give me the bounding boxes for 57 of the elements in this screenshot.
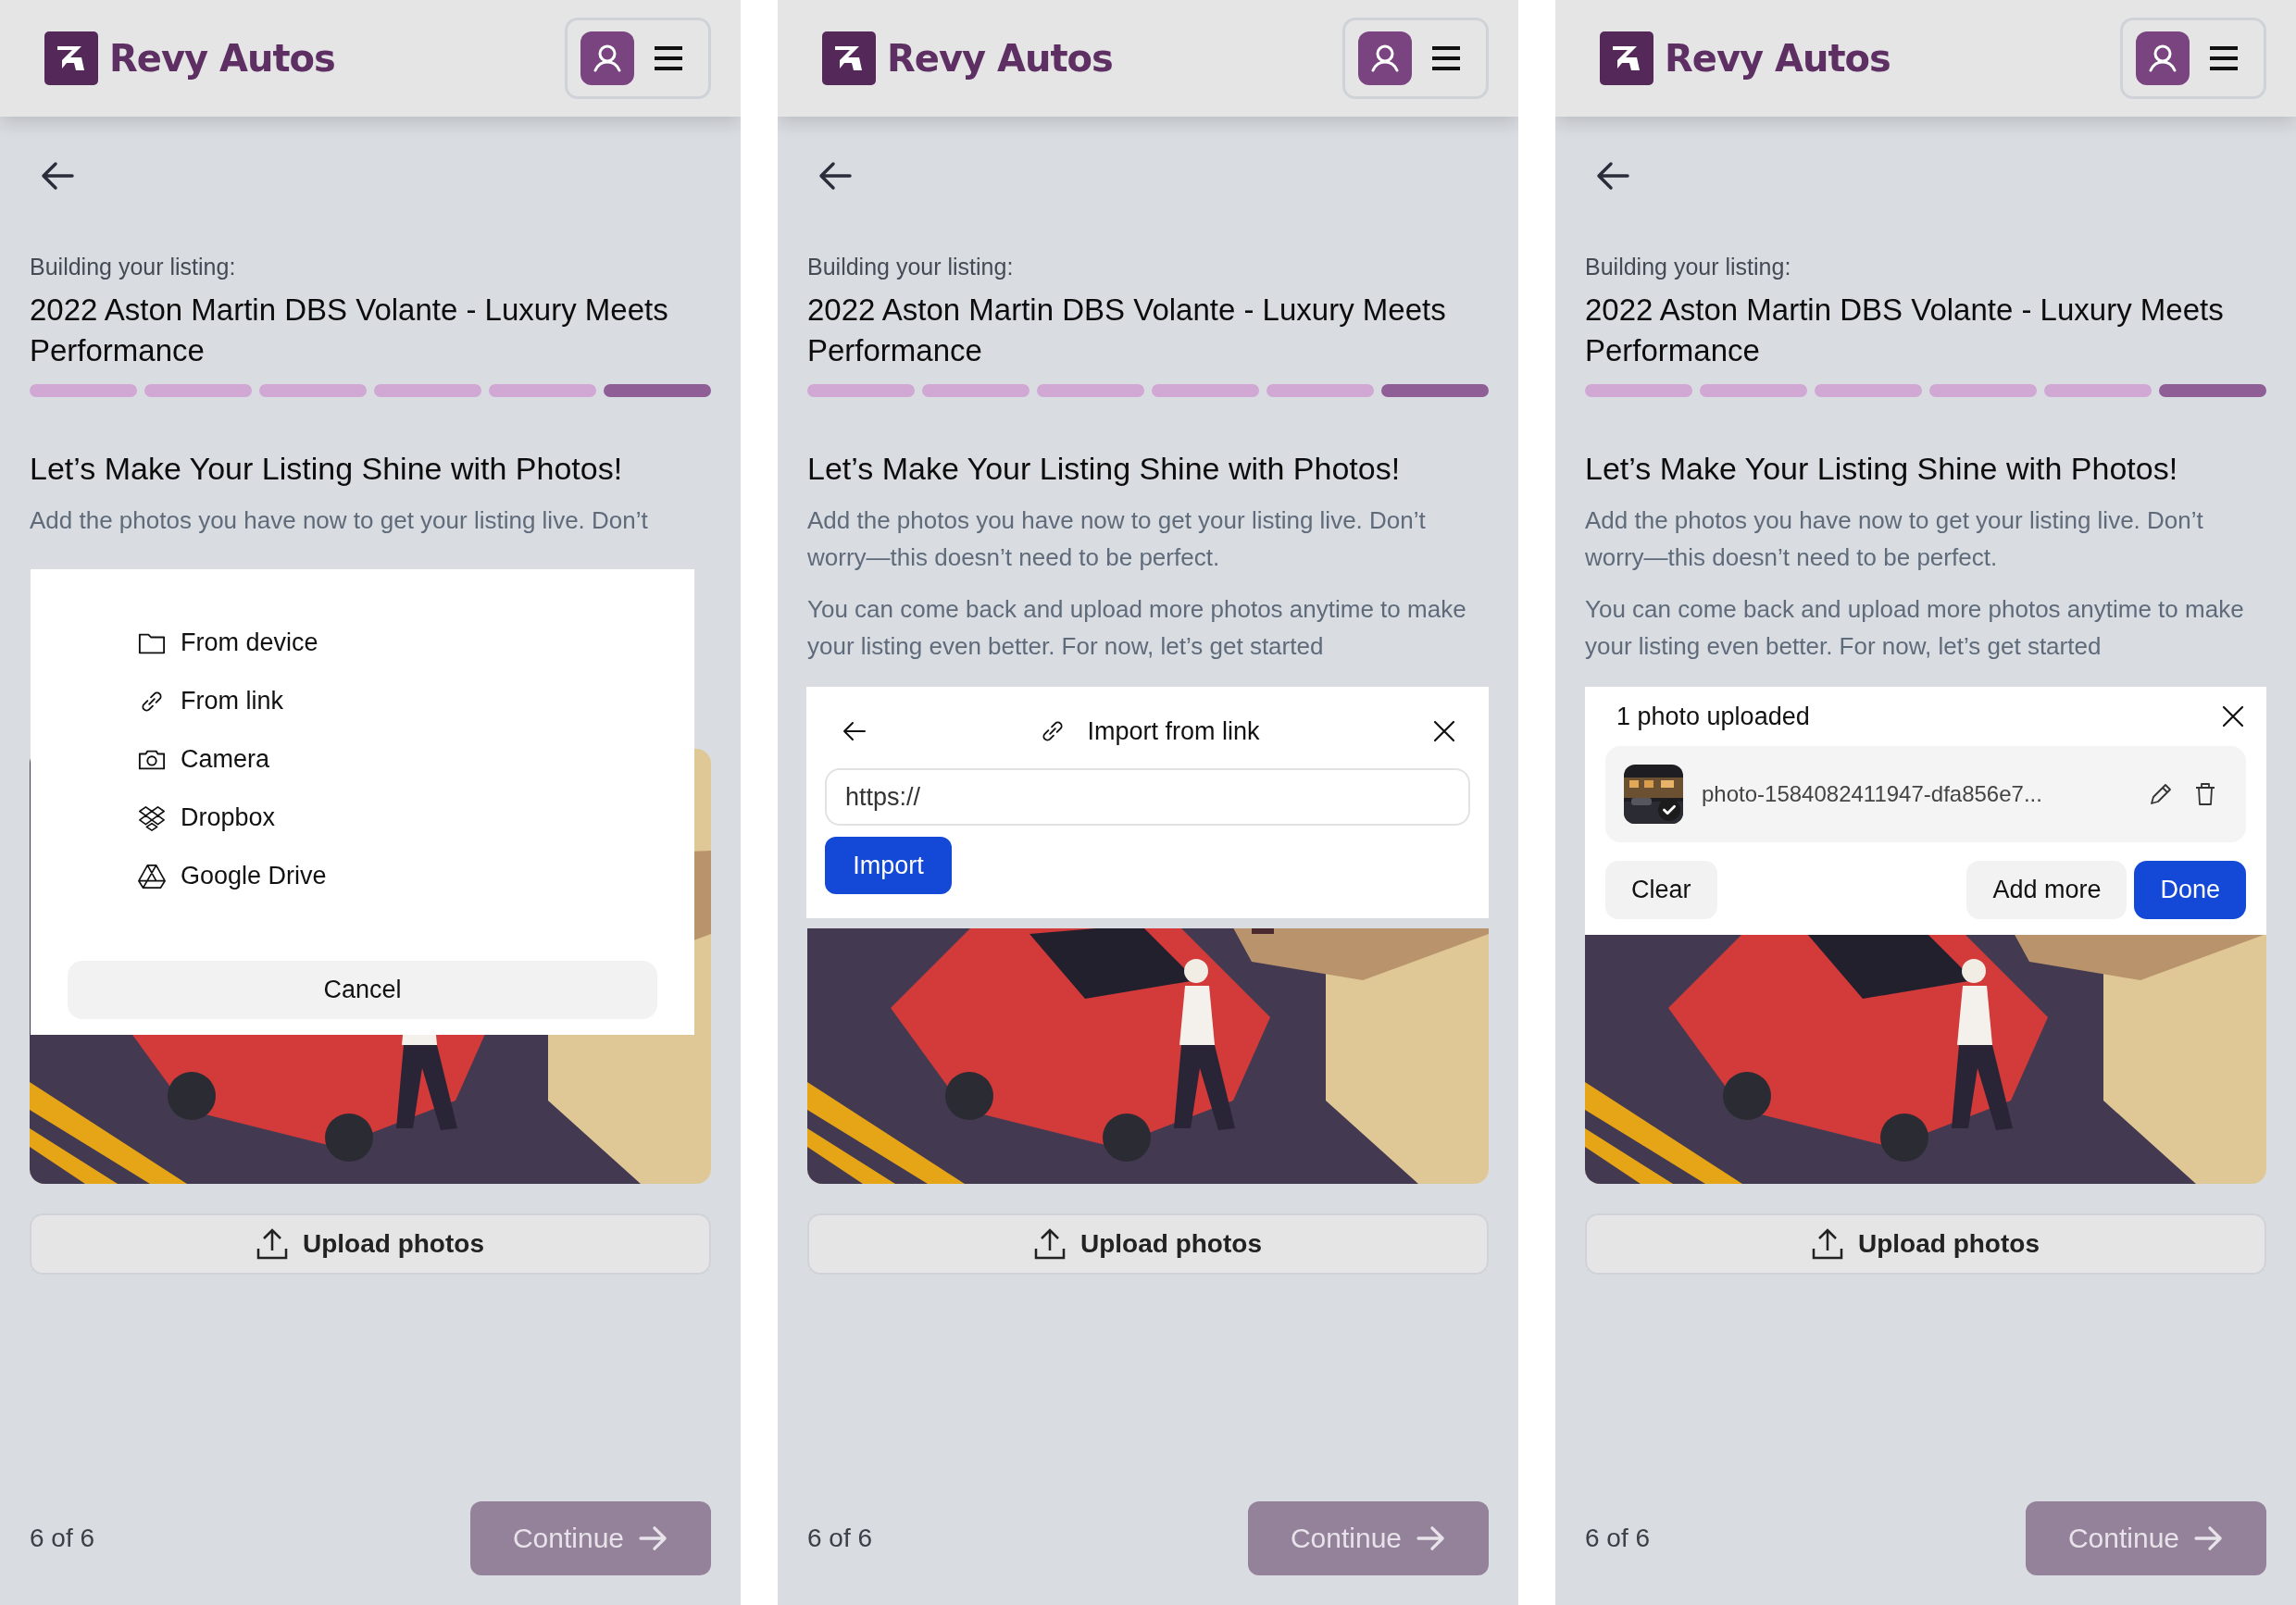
listing-title: 2022 Aston Martin DBS Volante - Luxury Meets Performance [1585, 292, 2225, 369]
upload-photos-button[interactable]: Upload photos [30, 1213, 711, 1275]
arrow-right-icon [1416, 1525, 1447, 1551]
brand-name: Revy Autos [887, 37, 1113, 80]
dialog-button[interactable]: Clear [1605, 861, 1717, 919]
source-option[interactable]: Google Drive [138, 847, 657, 905]
step-counter: 6 of 6 [807, 1524, 873, 1553]
arrow-right-icon [639, 1525, 669, 1551]
logo-icon [44, 31, 98, 85]
section-heading: Let’s Make Your Listing Shine with Photos! [1585, 451, 2179, 487]
menu-icon[interactable] [1430, 45, 1462, 71]
dialog-title: Import from link [1087, 716, 1260, 746]
import-button[interactable]: Import [825, 837, 952, 894]
upload-photos-button[interactable]: Upload photos [1585, 1213, 2266, 1275]
logo-icon [822, 31, 876, 85]
dropbox-icon [138, 803, 166, 832]
description-text: Add the photos you have now to get your listing live. Don’t worry—this doesn’t need to be perfect. [1585, 505, 2204, 573]
description-text: Add the photos you have now to get your listing live. Don’t [30, 505, 649, 536]
upload-icon [1034, 1228, 1066, 1260]
source-option[interactable]: Dropbox [138, 789, 657, 847]
cancel-button[interactable]: Cancel [68, 961, 657, 1019]
logo-icon [1600, 31, 1653, 85]
listing-title: 2022 Aston Martin DBS Volante - Luxury Meets Performance [30, 292, 669, 369]
account-button[interactable] [2136, 31, 2190, 85]
arrow-right-icon [2194, 1525, 2225, 1551]
dialog-button[interactable]: Done [2134, 861, 2246, 919]
source-option[interactable]: Camera [138, 730, 657, 789]
menu-icon[interactable] [2208, 45, 2240, 71]
url-input-field[interactable]: https:// [825, 768, 1470, 826]
menu-icon[interactable] [653, 45, 684, 71]
pencil-icon[interactable] [2148, 781, 2174, 807]
listing-label: Building your listing: [807, 254, 1015, 280]
upload-icon [256, 1228, 288, 1260]
listing-label: Building your listing: [30, 254, 237, 280]
listing-title: 2022 Aston Martin DBS Volante - Luxury Meets Performance [807, 292, 1447, 369]
source-option[interactable]: From link [138, 672, 657, 730]
account-button[interactable] [1358, 31, 1412, 85]
upload-photos-button[interactable]: Upload photos [807, 1213, 1489, 1275]
close-icon[interactable] [1431, 718, 1457, 744]
source-option[interactable]: From device [138, 614, 657, 672]
section-heading: Let’s Make Your Listing Shine with Photos! [30, 451, 624, 487]
description-text: Add the photos you have now to get your listing live. Don’t worry—this doesn’t need to be perfect. [807, 505, 1427, 573]
file-name: photo-1584082411947-dfa856e7... [1702, 781, 2043, 807]
description-text: You can come back and upload more photos anytime to make your listing even better. For now, let’s get started [807, 594, 1467, 662]
step-counter: 6 of 6 [1585, 1524, 1651, 1553]
upload-icon [1812, 1228, 1843, 1260]
section-heading: Let’s Make Your Listing Shine with Photos! [807, 451, 1402, 487]
step-counter: 6 of 6 [30, 1524, 95, 1553]
listing-label: Building your listing: [1585, 254, 1792, 280]
brand-name: Revy Autos [109, 37, 335, 80]
dialog-button[interactable]: Add more [1966, 861, 2128, 919]
dialog-title: 1 photo uploaded [1616, 702, 1810, 731]
account-button[interactable] [580, 31, 634, 85]
close-icon[interactable] [2220, 703, 2246, 729]
brand-name: Revy Autos [1665, 37, 1890, 80]
description-text: You can come back and upload more photos anytime to make your listing even better. For now, let’s get started [1585, 594, 2245, 662]
drive-icon [138, 862, 166, 890]
